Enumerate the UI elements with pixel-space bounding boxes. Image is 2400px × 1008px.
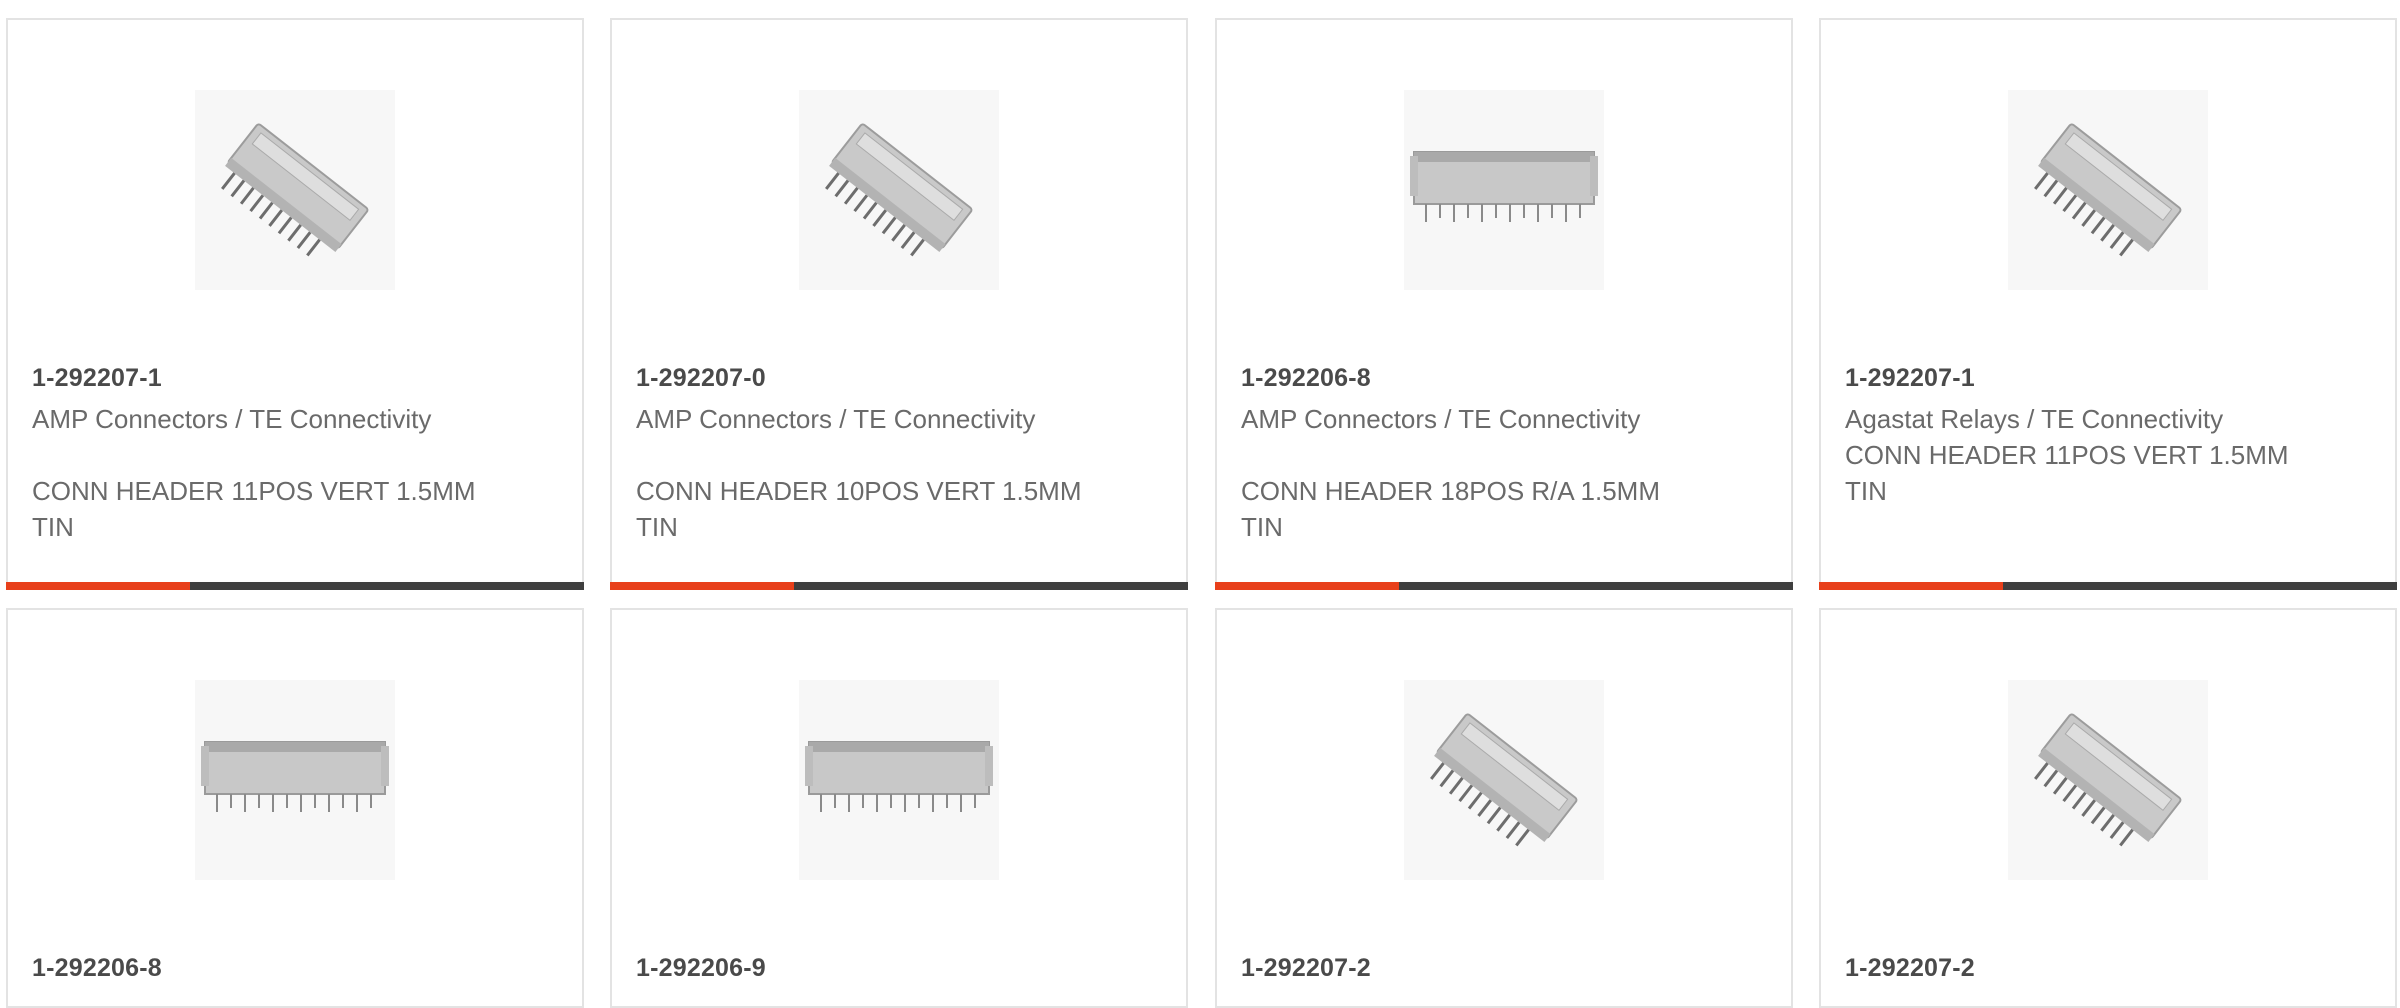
manufacturer: AMP Connectors / TE Connectivity	[636, 404, 1036, 434]
product-description: CONN HEADER 10POS VERT 1.5MM TIN	[636, 476, 1082, 542]
accent-bar	[610, 582, 794, 590]
part-number[interactable]: 1-292206-8	[32, 954, 162, 983]
connector-header-flat-icon[interactable]	[799, 680, 999, 880]
product-card[interactable]: 1-292206-8	[6, 608, 584, 1008]
card-footer-bar	[1819, 582, 2397, 590]
part-number[interactable]: 1-292207-2	[1241, 954, 1371, 983]
accent-bar	[1215, 582, 1399, 590]
card-footer-bar	[610, 582, 1188, 590]
connector-header-flat-icon[interactable]	[1404, 90, 1604, 290]
product-description: CONN HEADER 11POS VERT 1.5MM TIN	[1845, 440, 2289, 506]
product-card[interactable]: 1-292207-0 AMP Connectors / TE Connectiv…	[610, 18, 1188, 590]
part-number[interactable]: 1-292207-1	[1845, 364, 1975, 393]
product-description: CONN HEADER 11POS VERT 1.5MM TIN	[32, 476, 476, 542]
accent-bar	[6, 582, 190, 590]
part-number[interactable]: 1-292207-1	[32, 364, 162, 393]
product-card[interactable]: 1-292206-9	[610, 608, 1188, 1008]
part-number[interactable]: 1-292207-0	[636, 364, 766, 393]
card-footer-bar	[1215, 582, 1793, 590]
manufacturer: AMP Connectors / TE Connectivity	[32, 404, 432, 434]
product-card[interactable]: 1-292207-1 AMP Connectors / TE Connectiv…	[6, 18, 584, 590]
connector-header-angled-icon[interactable]	[2008, 680, 2208, 880]
part-number[interactable]: 1-292206-8	[1241, 364, 1371, 393]
manufacturer: Agastat Relays / TE Connectivity	[1845, 404, 2224, 434]
connector-header-flat-icon[interactable]	[195, 680, 395, 880]
part-number[interactable]: 1-292206-9	[636, 954, 766, 983]
connector-header-angled-icon[interactable]	[2008, 90, 2208, 290]
product-card[interactable]: 1-292207-2	[1215, 608, 1793, 1008]
connector-header-angled-icon[interactable]	[1404, 680, 1604, 880]
product-card[interactable]: 1-292207-1 Agastat Relays / TE Connectiv…	[1819, 18, 2397, 590]
product-card[interactable]: 1-292207-2	[1819, 608, 2397, 1008]
accent-bar	[1819, 582, 2003, 590]
manufacturer: AMP Connectors / TE Connectivity	[1241, 404, 1641, 434]
connector-header-angled-icon[interactable]	[195, 90, 395, 290]
product-card[interactable]: 1-292206-8 AMP Connectors / TE Connectiv…	[1215, 18, 1793, 590]
part-number[interactable]: 1-292207-2	[1845, 954, 1975, 983]
card-footer-bar	[6, 582, 584, 590]
connector-header-angled-icon[interactable]	[799, 90, 999, 290]
product-grid: 1-292207-1 AMP Connectors / TE Connectiv…	[0, 0, 2400, 1008]
product-description: CONN HEADER 18POS R/A 1.5MM TIN	[1241, 476, 1660, 542]
